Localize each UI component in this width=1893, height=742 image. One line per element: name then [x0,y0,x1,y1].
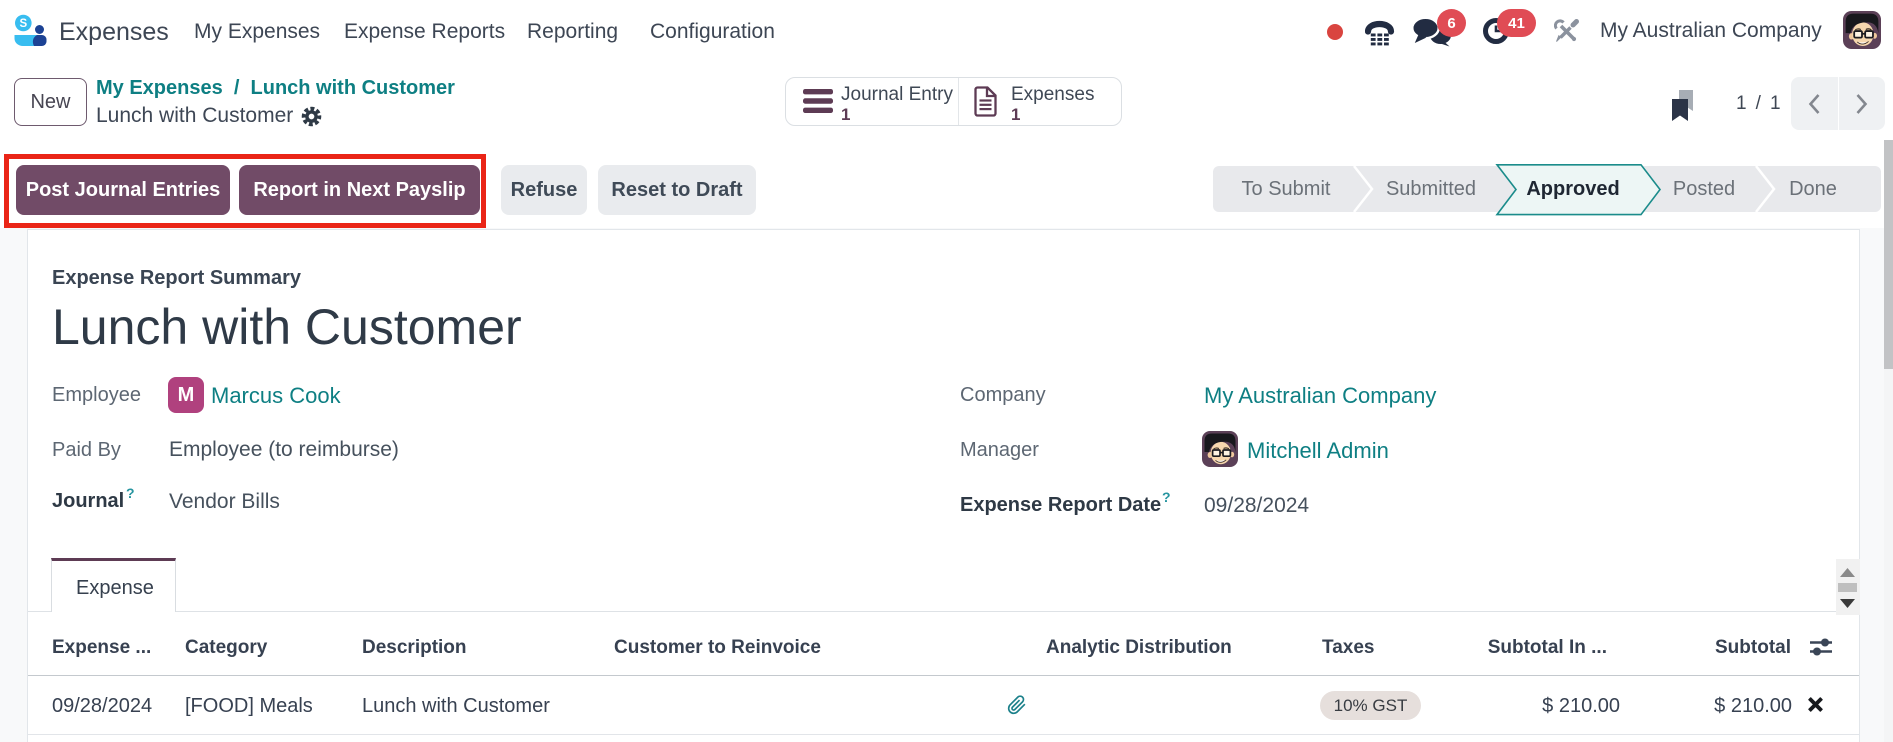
svg-text:S: S [19,18,27,30]
